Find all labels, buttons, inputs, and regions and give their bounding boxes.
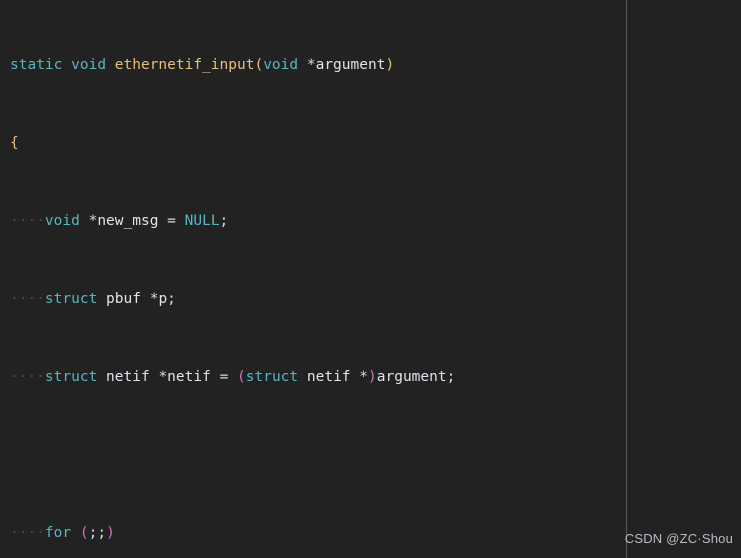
code-line: static void ethernetif_input(void *argum… [10, 57, 395, 73]
code-content[interactable]: static void ethernetif_input(void *argum… [0, 0, 741, 558]
code-line: { [10, 135, 19, 151]
code-line: ····struct pbuf *p; [10, 291, 176, 307]
code-line: ····void *new_msg = NULL; [10, 213, 229, 229]
csdn-watermark: CSDN @ZC·Shou [624, 531, 733, 546]
code-line: ····struct netif *netif = (struct netif … [10, 369, 456, 385]
code-editor[interactable]: static void ethernetif_input(void *argum… [0, 0, 741, 558]
